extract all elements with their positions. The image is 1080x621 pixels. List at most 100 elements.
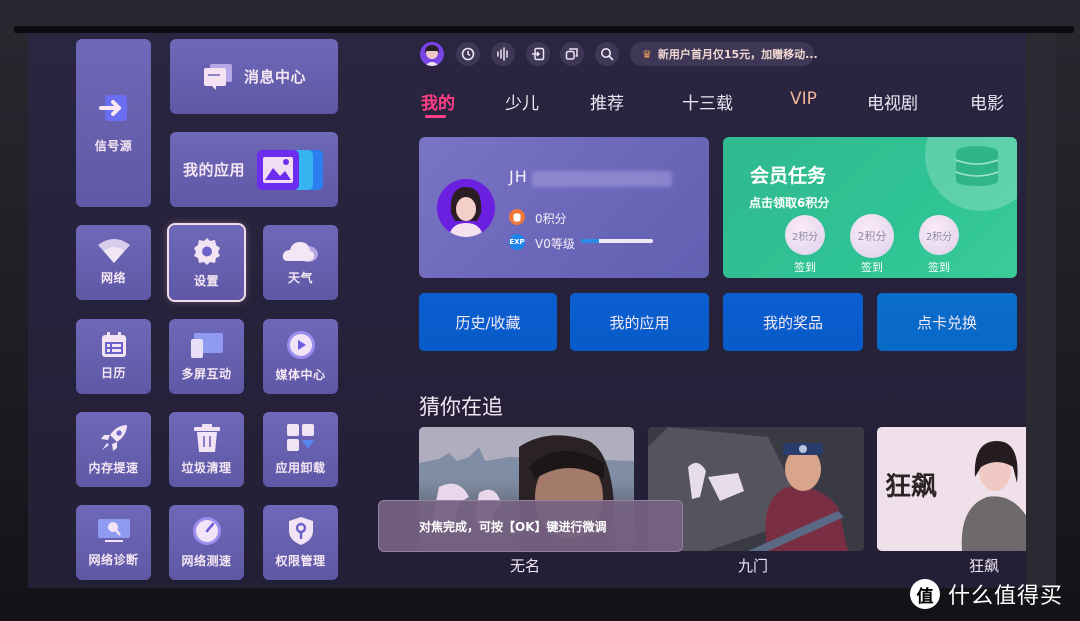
tab-tv-series[interactable]: 电视剧 [867, 89, 918, 114]
junk-clean-tile[interactable]: 垃圾清理 [169, 412, 244, 487]
level-progress-fill [581, 239, 599, 243]
poster-image: 狂飙 [877, 427, 1026, 551]
watermark-logo-icon: 值 [910, 579, 940, 609]
search-button[interactable] [595, 42, 619, 66]
voice-icon [497, 47, 508, 61]
wifi-icon [97, 239, 130, 263]
checkin-label-3: 签到 [928, 261, 950, 274]
username-redacted [532, 171, 672, 187]
active-tab-indicator [425, 115, 446, 118]
multi-window-button[interactable] [560, 42, 584, 66]
gallery-app-icon [257, 149, 323, 190]
my-apps-label: 我的应用 [182, 161, 245, 179]
voice-button[interactable] [491, 42, 515, 66]
profile-avatar [437, 179, 495, 237]
watermark-text: 什么值得买 [948, 584, 1064, 609]
svg-text:狂飙: 狂飙 [885, 472, 937, 502]
reward-coin-3[interactable]: 2积分 [919, 215, 959, 255]
multi-screen-tile[interactable]: 多屏互动 [169, 319, 244, 394]
trash-icon [193, 424, 220, 452]
permission-label: 权限管理 [275, 554, 326, 568]
permission-tile[interactable]: 权限管理 [263, 505, 338, 580]
profile-card[interactable]: JH 0积分 EXP V0等级 [419, 137, 709, 278]
memory-boost-tile[interactable]: 内存提速 [76, 412, 151, 487]
weather-tile[interactable]: 天气 [263, 225, 338, 300]
speedometer-icon [192, 517, 221, 545]
settings-label: 设置 [193, 274, 219, 288]
signal-source-tile[interactable]: 信号源 [76, 39, 151, 207]
poster-kuangbiao[interactable]: 狂飙 [877, 427, 1026, 551]
poster-title-wuming: 无名 [510, 557, 541, 575]
input-arrow-icon [98, 94, 127, 121]
user-avatar-button[interactable] [420, 42, 444, 66]
tab-thirteen-years[interactable]: 十三载 [682, 89, 733, 114]
reward-coin-1[interactable]: 2积分 [785, 215, 825, 255]
history-favorites-button[interactable]: 历史/收藏 [419, 293, 557, 351]
memory-boost-label: 内存提速 [88, 461, 139, 475]
card-redeem-button[interactable]: 点卡兑换 [877, 293, 1017, 351]
avatar-icon [425, 45, 439, 66]
watching-section-title: 猜你在追 [419, 395, 503, 419]
my-apps-button[interactable]: 我的应用 [570, 293, 709, 351]
network-tile[interactable]: 网络 [76, 225, 151, 300]
input-icon [532, 47, 545, 61]
crown-icon: ♛ [642, 47, 652, 61]
member-task-title: 会员任务 [750, 165, 827, 187]
app-uninstall-label: 应用卸载 [275, 461, 326, 475]
level-progress-bar [581, 239, 653, 243]
history-button[interactable] [456, 42, 480, 66]
message-icon [203, 63, 232, 90]
calendar-icon [101, 332, 126, 357]
poster-title-jiumen: 九门 [738, 557, 769, 575]
media-center-label: 媒体中心 [275, 368, 326, 382]
my-apps-tile[interactable]: 我的应用 [170, 132, 338, 207]
level-value: V0等级 [535, 237, 575, 251]
checkin-label-1: 签到 [794, 261, 816, 274]
app-uninstall-tile[interactable]: 应用卸载 [263, 412, 338, 487]
screen-edge [1026, 33, 1056, 588]
coin-stack-icon [955, 146, 999, 186]
junk-clean-label: 垃圾清理 [181, 461, 232, 475]
tv-screen: 信号源 消息中心 我的应用 网络 设置 天气 日历 多屏互动 媒体中心 内存提速… [28, 33, 1026, 588]
tab-vip[interactable]: VIP [790, 89, 817, 109]
message-center-label: 消息中心 [243, 68, 306, 86]
avatar-icon [437, 179, 495, 237]
points-value: 0积分 [535, 212, 567, 226]
message-center-tile[interactable]: 消息中心 [170, 39, 338, 114]
projector-screen-bar [14, 26, 1074, 33]
network-diagnose-tile[interactable]: 网络诊断 [76, 505, 151, 580]
network-speed-label: 网络测速 [181, 554, 232, 568]
uninstall-icon [286, 424, 314, 451]
tab-mine[interactable]: 我的 [421, 89, 455, 114]
rocket-icon [100, 425, 127, 451]
promo-banner[interactable]: ♛ 新用户首月仅15元，加赠移动... [630, 42, 818, 66]
focus-toast-text: 对焦完成，可按【OK】键进行微调 [419, 519, 607, 534]
network-diagnose-icon [97, 519, 130, 542]
poster-title-kuangbiao: 狂飙 [969, 557, 1000, 575]
network-diagnose-label: 网络诊断 [88, 553, 139, 567]
window-icon [565, 48, 578, 60]
watermark: 值 什么值得买 [910, 578, 1063, 610]
network-speed-tile[interactable]: 网络测速 [169, 505, 244, 580]
cloud-icon [282, 242, 318, 262]
settings-tile[interactable]: 设置 [167, 223, 246, 302]
gear-icon [193, 238, 220, 265]
calendar-tile[interactable]: 日历 [76, 319, 151, 394]
points-coin-icon [509, 209, 525, 225]
username: JH [509, 167, 528, 186]
checkin-label-2: 签到 [861, 261, 883, 274]
reward-coin-2[interactable]: 2积分 [850, 214, 894, 258]
input-source-button[interactable] [526, 42, 550, 66]
network-label: 网络 [100, 271, 126, 285]
member-task-card[interactable]: 会员任务 点击领取6积分 2积分 签到 2积分 签到 2积分 签到 [723, 137, 1017, 278]
shield-key-icon [288, 517, 313, 545]
play-icon [286, 331, 315, 359]
calendar-label: 日历 [100, 366, 126, 380]
tab-recommend[interactable]: 推荐 [590, 89, 624, 114]
media-center-tile[interactable]: 媒体中心 [263, 319, 338, 394]
multi-screen-icon [190, 333, 223, 358]
tab-movies[interactable]: 电影 [970, 89, 1004, 114]
my-prizes-button[interactable]: 我的奖品 [723, 293, 863, 351]
tab-kids[interactable]: 少儿 [505, 89, 539, 114]
promo-text: 新用户首月仅15元，加赠移动... [657, 48, 818, 61]
